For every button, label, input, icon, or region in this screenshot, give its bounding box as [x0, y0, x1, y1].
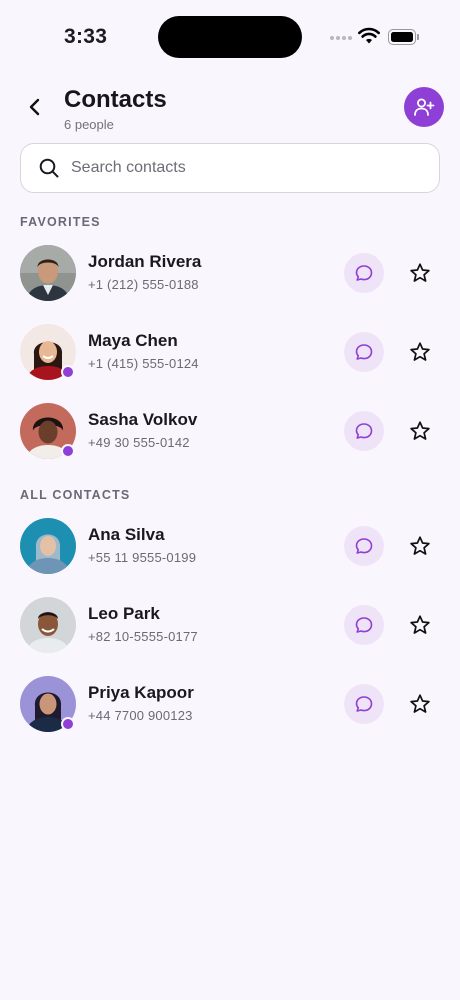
avatar [20, 518, 76, 574]
online-indicator [61, 444, 75, 458]
favorite-star-button[interactable] [405, 258, 435, 288]
message-icon [355, 423, 373, 439]
favorite-star-button[interactable] [405, 610, 435, 640]
wifi-icon [358, 27, 380, 50]
status-time: 3:33 [64, 25, 108, 48]
search-bar [20, 143, 440, 193]
back-button[interactable] [20, 92, 50, 122]
favorite-star-button[interactable] [405, 337, 435, 367]
contact-phone: +1 (212) 555-0188 [88, 277, 199, 292]
star-outline-icon [410, 536, 430, 555]
contact-name: Ana Silva [88, 525, 165, 544]
message-button[interactable] [344, 332, 384, 372]
contact-row[interactable]: Priya Kapoor +44 7700 900123 [0, 672, 460, 736]
message-button[interactable] [344, 605, 384, 645]
message-icon [355, 538, 373, 554]
contact-row[interactable]: Jordan Rivera +1 (212) 555-0188 [0, 241, 460, 305]
contact-row[interactable]: Sasha Volkov +49 30 555-0142 [0, 399, 460, 463]
star-outline-icon [410, 342, 430, 361]
contact-name: Leo Park [88, 604, 160, 623]
add-user-icon [414, 98, 435, 116]
battery-icon [388, 29, 419, 45]
star-outline-icon [410, 263, 430, 282]
contact-name: Sasha Volkov [88, 410, 198, 429]
favorite-star-button[interactable] [405, 531, 435, 561]
section-label-all-contacts: ALL CONTACTS [20, 488, 131, 502]
star-outline-icon [410, 615, 430, 634]
contact-phone: +44 7700 900123 [88, 708, 193, 723]
avatar [20, 324, 76, 380]
contact-row[interactable]: Leo Park +82 10-5555-0177 [0, 593, 460, 657]
message-icon [355, 617, 373, 633]
dynamic-island [158, 16, 302, 58]
message-button[interactable] [344, 684, 384, 724]
online-indicator [61, 717, 75, 731]
message-button[interactable] [344, 526, 384, 566]
avatar [20, 403, 76, 459]
contact-phone: +55 11 9555-0199 [88, 550, 197, 565]
page-title: Contacts [64, 86, 167, 113]
contact-row[interactable]: Ana Silva +55 11 9555-0199 [0, 514, 460, 578]
message-button[interactable] [344, 253, 384, 293]
chevron-left-icon [29, 98, 40, 116]
message-icon [355, 344, 373, 360]
online-indicator [61, 365, 75, 379]
add-contact-button[interactable] [404, 87, 444, 127]
favorite-star-button[interactable] [405, 416, 435, 446]
avatar [20, 676, 76, 732]
message-icon [355, 696, 373, 712]
contact-count: 6 people [64, 117, 114, 132]
avatar [20, 245, 76, 301]
star-outline-icon [410, 694, 430, 713]
section-label-favorites: FAVORITES [20, 215, 101, 229]
contact-name: Jordan Rivera [88, 252, 202, 271]
contact-name: Maya Chen [88, 331, 178, 350]
search-input[interactable] [71, 159, 411, 177]
contact-phone: +49 30 555-0142 [88, 435, 190, 450]
status-bar: 3:33 [0, 0, 460, 70]
favorite-star-button[interactable] [405, 689, 435, 719]
search-icon [38, 157, 60, 179]
contact-phone: +82 10-5555-0177 [88, 629, 198, 644]
contact-row[interactable]: Maya Chen +1 (415) 555-0124 [0, 320, 460, 384]
message-button[interactable] [344, 411, 384, 451]
contact-phone: +1 (415) 555-0124 [88, 356, 199, 371]
cellular-signal-icon [330, 36, 352, 40]
message-icon [355, 265, 373, 281]
avatar [20, 597, 76, 653]
star-outline-icon [410, 421, 430, 440]
contact-name: Priya Kapoor [88, 683, 194, 702]
